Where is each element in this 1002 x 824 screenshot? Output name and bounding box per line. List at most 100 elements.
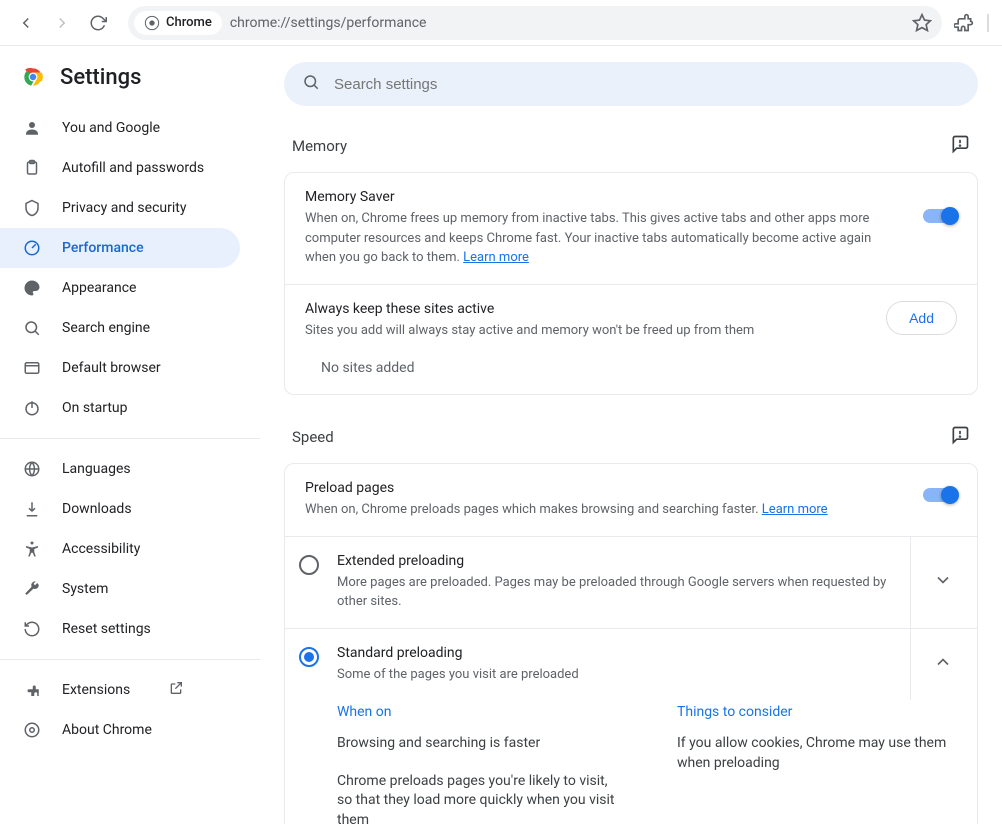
preload-toggle[interactable] [923,488,957,502]
sidebar-item-label: System [62,581,108,597]
standard-details: When on Browsing and searching is faster… [285,700,977,824]
chrome-logo-icon [20,64,46,90]
sidebar-item-label: Search engine [62,320,150,336]
chevron-up-icon[interactable] [929,648,957,680]
person-icon [22,119,42,137]
keep-active-desc: Sites you add will always stay active an… [305,321,754,341]
sidebar-item-appearance[interactable]: Appearance [0,268,240,308]
browser-toolbar: Chrome chrome://settings/performance [0,0,1002,46]
sidebar-item-label: Appearance [62,280,136,296]
chrome-icon [144,15,160,31]
feedback-icon[interactable] [950,134,970,158]
feedback-icon[interactable] [950,425,970,449]
browser-icon [22,359,42,377]
sidebar-item-autofill[interactable]: Autofill and passwords [0,148,240,188]
chip-label: Chrome [166,15,212,30]
clipboard-icon [22,159,42,177]
speedometer-icon [22,239,42,257]
sidebar-item-accessibility[interactable]: Accessibility [0,529,240,569]
extended-desc: More pages are preloaded. Pages may be p… [337,573,892,612]
memory-saver-toggle[interactable] [923,209,957,223]
address-bar[interactable]: Chrome chrome://settings/performance [128,6,942,40]
sidebar: Settings You and Google Autofill and pas… [0,46,260,824]
consider-label: Things to consider [677,704,957,720]
search-settings[interactable] [284,62,978,106]
accessibility-icon [22,540,42,558]
extended-title: Extended preloading [337,553,892,569]
sidebar-item-extensions[interactable]: Extensions [0,670,240,710]
sidebar-item-label: On startup [62,400,128,416]
shield-icon [22,199,42,217]
url-text: chrome://settings/performance [230,15,427,31]
sidebar-item-label: Accessibility [62,541,140,557]
when-on-label: When on [337,704,617,720]
sidebar-item-default-browser[interactable]: Default browser [0,348,240,388]
search-input[interactable] [334,76,960,93]
reload-button[interactable] [84,9,112,37]
power-icon [22,399,42,417]
sidebar-item-label: Extensions [62,682,130,698]
palette-icon [22,279,42,297]
chrome-small-icon [22,721,42,739]
when-on-text-1: Browsing and searching is faster [337,734,617,754]
sidebar-item-you-and-google[interactable]: You and Google [0,108,240,148]
sidebar-item-downloads[interactable]: Downloads [0,489,240,529]
sidebar-item-label: Privacy and security [62,200,186,216]
search-icon [302,73,320,95]
extensions-icon[interactable] [950,9,978,37]
learn-more-link[interactable]: Learn more [762,502,828,517]
sidebar-item-performance[interactable]: Performance [0,228,240,268]
download-icon [22,500,42,518]
extended-preloading-row[interactable]: Extended preloading More pages are prelo… [285,536,977,628]
memory-card: Memory Saver When on, Chrome frees up me… [284,172,978,395]
site-chip: Chrome [134,11,222,35]
when-on-text-2: Chrome preloads pages you're likely to v… [337,772,617,824]
sidebar-item-languages[interactable]: Languages [0,449,240,489]
sidebar-item-privacy[interactable]: Privacy and security [0,188,240,228]
learn-more-link[interactable]: Learn more [463,250,529,265]
back-button[interactable] [12,9,40,37]
memory-saver-title: Memory Saver [305,189,905,205]
sidebar-item-reset[interactable]: Reset settings [0,609,240,649]
sidebar-item-label: Autofill and passwords [62,160,204,176]
sidebar-item-system[interactable]: System [0,569,240,609]
no-sites-text: No sites added [285,356,977,394]
globe-icon [22,460,42,478]
search-icon [22,319,42,337]
forward-button[interactable] [48,9,76,37]
puzzle-icon [22,681,42,699]
sidebar-item-label: Performance [62,240,144,256]
section-title-memory: Memory [292,137,347,155]
reset-icon [22,620,42,638]
sidebar-item-label: About Chrome [62,722,152,738]
sidebar-item-label: Downloads [62,501,132,517]
standard-preloading-row[interactable]: Standard preloading Some of the pages yo… [285,628,977,701]
divider [0,438,260,439]
radio-standard[interactable] [299,647,319,667]
sidebar-item-label: Default browser [62,360,161,376]
overflow-divider [986,9,990,37]
standard-title: Standard preloading [337,645,892,661]
sidebar-item-about[interactable]: About Chrome [0,710,240,750]
sidebar-item-on-startup[interactable]: On startup [0,388,240,428]
divider [0,659,260,660]
sidebar-item-label: You and Google [62,120,160,136]
consider-text-1: If you allow cookies, Chrome may use the… [677,734,957,773]
external-link-icon [168,680,184,700]
radio-extended[interactable] [299,555,319,575]
memory-saver-desc: When on, Chrome frees up memory from ina… [305,209,905,268]
wrench-icon [22,580,42,598]
keep-active-title: Always keep these sites active [305,301,754,317]
star-icon[interactable] [908,9,936,37]
sidebar-item-search-engine[interactable]: Search engine [0,308,240,348]
preload-title: Preload pages [305,480,828,496]
chevron-down-icon[interactable] [929,566,957,598]
sidebar-item-label: Languages [62,461,131,477]
page-title: Settings [60,65,141,90]
speed-card: Preload pages When on, Chrome preloads p… [284,463,978,824]
main-content: Memory Memory Saver When on, Chrome free… [260,46,1002,824]
add-button[interactable]: Add [886,301,957,335]
sidebar-item-label: Reset settings [62,621,151,637]
section-title-speed: Speed [292,428,334,446]
standard-desc: Some of the pages you visit are preloade… [337,665,892,685]
